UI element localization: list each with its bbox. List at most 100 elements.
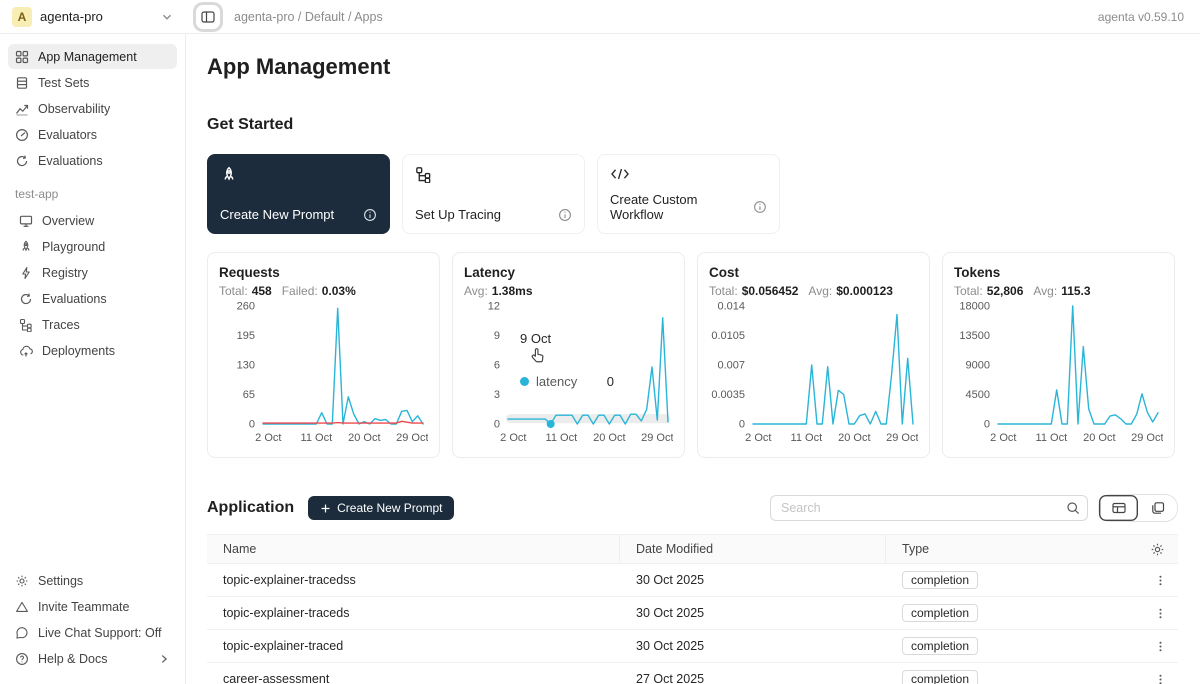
sidebar-item-observability[interactable]: Observability bbox=[8, 96, 177, 121]
y-axis-tick: 0.007 bbox=[717, 360, 745, 372]
application-header: Application Create New Prompt bbox=[207, 494, 1178, 522]
create-new-prompt-card[interactable]: Create New Prompt bbox=[207, 154, 390, 234]
chart-tooltip: 9 Oct latency 0 bbox=[513, 327, 621, 395]
sidebar-item-live-chat[interactable]: Live Chat Support: Off bbox=[8, 620, 177, 645]
sidebar-item-registry[interactable]: Registry bbox=[8, 260, 177, 285]
info-icon[interactable] bbox=[558, 208, 572, 222]
table-row[interactable]: career-assessment 27 Oct 2025 completion bbox=[207, 663, 1178, 684]
sidebar-item-label: Traces bbox=[42, 318, 80, 332]
sidebar-item-invite-teammate[interactable]: Invite Teammate bbox=[8, 594, 177, 619]
latency-chart-card: Latency Avg:1.38ms 0369122 Oct11 Oct20 O… bbox=[452, 252, 685, 458]
tokens-chart-card: Tokens Total:52,806Avg:115.3 04500900013… bbox=[942, 252, 1175, 458]
card-label: Set Up Tracing bbox=[415, 207, 501, 222]
type-badge: completion bbox=[902, 571, 978, 589]
y-axis-tick: 65 bbox=[243, 389, 255, 401]
y-axis-tick: 130 bbox=[237, 360, 255, 372]
search-icon[interactable] bbox=[1066, 501, 1080, 515]
chart-stat-value: $0.056452 bbox=[742, 284, 799, 298]
chat-icon bbox=[15, 626, 29, 640]
app-name: topic-explainer-traced bbox=[207, 639, 620, 653]
ellipsis-vertical-icon bbox=[1154, 574, 1167, 587]
tooltip-series-name: latency bbox=[536, 374, 577, 389]
info-icon[interactable] bbox=[363, 208, 377, 222]
row-menu-button[interactable] bbox=[1150, 636, 1171, 657]
plus-icon bbox=[320, 503, 331, 514]
chart-stat-value: 1.38ms bbox=[492, 284, 533, 298]
refresh-circle-icon bbox=[15, 154, 29, 168]
gear-icon bbox=[15, 574, 29, 588]
sidebar-item-label: Registry bbox=[42, 266, 88, 280]
sidebar-item-app-management[interactable]: App Management bbox=[8, 44, 177, 69]
sidebar-item-test-sets[interactable]: Test Sets bbox=[8, 70, 177, 95]
table-row[interactable]: topic-explainer-traced 30 Oct 2025 compl… bbox=[207, 630, 1178, 663]
row-menu-button[interactable] bbox=[1150, 669, 1171, 684]
chart-title: Tokens bbox=[954, 265, 1163, 280]
x-axis-tick: 11 Oct bbox=[301, 432, 333, 444]
rocket-icon bbox=[19, 240, 33, 254]
chart-stat-label: Avg: bbox=[464, 284, 488, 298]
table-settings-gear-icon[interactable] bbox=[1150, 542, 1165, 557]
trace-tree-icon bbox=[19, 318, 33, 332]
y-axis-tick: 13500 bbox=[959, 330, 990, 342]
sidebar-item-traces[interactable]: Traces bbox=[8, 312, 177, 337]
column-header-date-modified[interactable]: Date Modified bbox=[620, 535, 886, 563]
sidebar-item-deployments[interactable]: Deployments bbox=[8, 338, 177, 363]
chart-stat-value: $0.000123 bbox=[836, 284, 893, 298]
trace-tree-icon bbox=[415, 166, 432, 183]
cost-chart-card: Cost Total:$0.056452Avg:$0.000123 00.003… bbox=[697, 252, 930, 458]
y-axis-tick: 12 bbox=[488, 301, 500, 313]
chart-stat-value: 115.3 bbox=[1061, 284, 1090, 298]
main-content: App Management Get Started Create New Pr… bbox=[186, 34, 1200, 684]
search-input[interactable] bbox=[770, 495, 1088, 521]
y-axis-tick: 260 bbox=[237, 301, 255, 313]
page-title: App Management bbox=[207, 54, 1178, 80]
sidebar-item-evaluations[interactable]: Evaluations bbox=[8, 148, 177, 173]
sidebar-item-evaluations-app[interactable]: Evaluations bbox=[8, 286, 177, 311]
sidebar-item-label: Overview bbox=[42, 214, 94, 228]
cost-line bbox=[753, 314, 913, 424]
sidebar-item-help-docs[interactable]: Help & Docs bbox=[8, 646, 177, 671]
rocket-icon bbox=[220, 166, 238, 184]
column-header-type[interactable]: Type bbox=[886, 535, 1134, 563]
tooltip-value: 0 bbox=[607, 374, 614, 389]
series-dot bbox=[520, 377, 529, 386]
x-axis-tick: 11 Oct bbox=[546, 432, 578, 444]
column-header-name[interactable]: Name bbox=[207, 535, 620, 563]
chart-title: Requests bbox=[219, 265, 428, 280]
sidebar-toggle-button[interactable] bbox=[196, 5, 220, 29]
set-up-tracing-card[interactable]: Set Up Tracing bbox=[402, 154, 585, 234]
create-custom-workflow-card[interactable]: Create Custom Workflow bbox=[597, 154, 780, 234]
y-axis-tick: 0 bbox=[494, 419, 500, 431]
x-axis-tick: 11 Oct bbox=[791, 432, 823, 444]
top-bar: A agenta-pro agenta-pro / Default / Apps… bbox=[0, 0, 1200, 34]
type-badge: completion bbox=[902, 637, 978, 655]
view-toggle-group bbox=[1098, 494, 1178, 522]
sidebar-item-playground[interactable]: Playground bbox=[8, 234, 177, 259]
table-view-icon bbox=[1111, 500, 1127, 516]
sidebar-item-settings[interactable]: Settings bbox=[8, 568, 177, 593]
breadcrumb[interactable]: agenta-pro / Default / Apps bbox=[234, 10, 383, 24]
hover-marker-dot bbox=[547, 420, 555, 428]
chart-stats: Avg: 1.38ms bbox=[464, 284, 673, 298]
metrics-charts: Requests Total:458Failed:0.03% 065130195… bbox=[207, 252, 1178, 458]
panel-collapse-icon bbox=[200, 9, 216, 25]
tooltip-series-row: latency 0 bbox=[520, 374, 614, 389]
y-axis-tick: 0 bbox=[249, 419, 255, 431]
create-new-prompt-button[interactable]: Create New Prompt bbox=[308, 496, 454, 520]
card-view-button[interactable] bbox=[1138, 495, 1177, 521]
y-axis-tick: 0 bbox=[739, 419, 745, 431]
table-row[interactable]: topic-explainer-traceds 30 Oct 2025 comp… bbox=[207, 597, 1178, 630]
row-menu-button[interactable] bbox=[1150, 570, 1171, 591]
table-row[interactable]: topic-explainer-tracedss 30 Oct 2025 com… bbox=[207, 564, 1178, 597]
workspace-selector[interactable]: A agenta-pro bbox=[0, 7, 186, 27]
table-view-button[interactable] bbox=[1099, 495, 1138, 521]
requests-line bbox=[263, 308, 423, 424]
search-box bbox=[770, 495, 1088, 521]
sidebar-item-evaluators[interactable]: Evaluators bbox=[8, 122, 177, 147]
sidebar-item-overview[interactable]: Overview bbox=[8, 208, 177, 233]
info-icon[interactable] bbox=[753, 200, 767, 214]
y-axis-tick: 9 bbox=[494, 330, 500, 342]
cursor-hand-icon bbox=[530, 347, 547, 364]
sidebar-item-label: Settings bbox=[38, 574, 83, 588]
row-menu-button[interactable] bbox=[1150, 603, 1171, 624]
